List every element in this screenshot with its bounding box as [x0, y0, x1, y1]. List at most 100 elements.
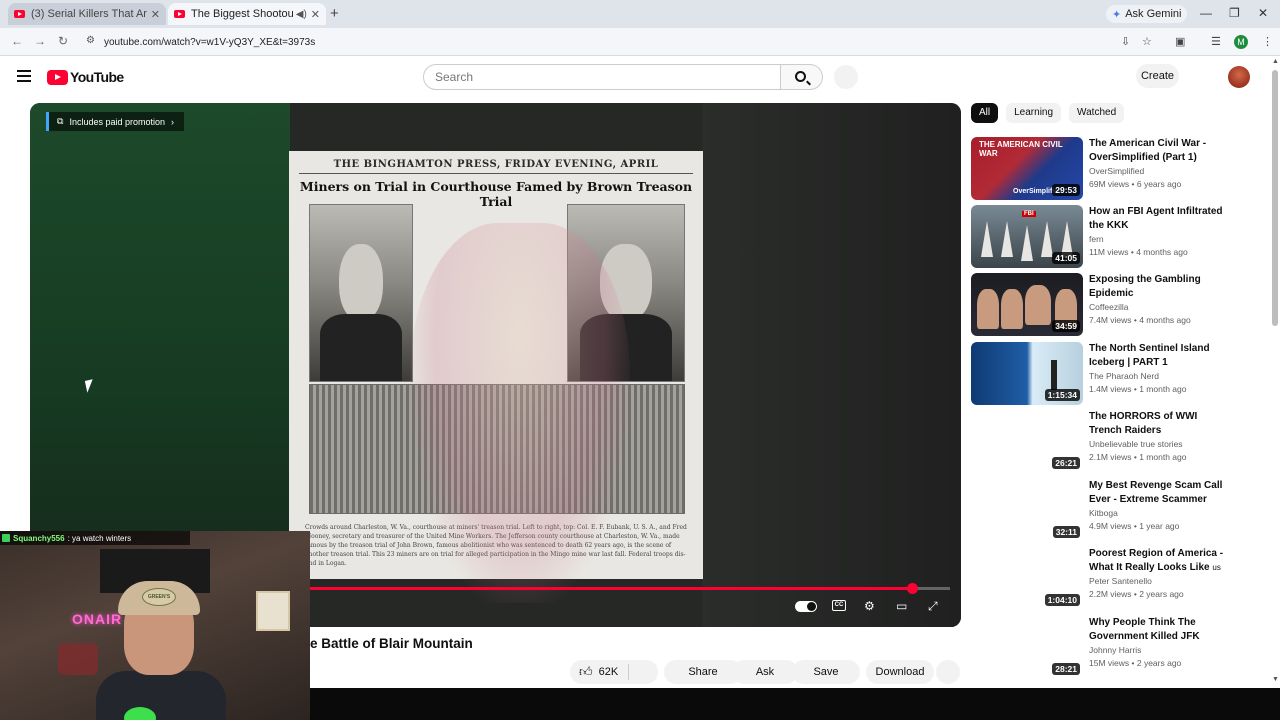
recommendation-item[interactable]: 32:11 My Best Revenge Scam Call Ever - E…	[971, 479, 1251, 543]
restore-icon[interactable]: ❐	[1229, 6, 1240, 20]
browser-menu-icon[interactable]: ⋮	[1262, 35, 1273, 48]
recommendation-item[interactable]: 28:21 Why People Think The Government Ki…	[971, 616, 1251, 680]
chat-username: Squanchy556	[13, 533, 65, 543]
thumbnail-figure	[1001, 221, 1013, 257]
recommendation-channel[interactable]: fern	[1089, 233, 1229, 246]
search-input[interactable]: Search	[423, 64, 781, 90]
search-button[interactable]	[781, 64, 823, 90]
browser-tab-2[interactable]: The Biggest Shootout in Am ◀) ✕	[168, 3, 326, 25]
chip-learning[interactable]: Learning	[1006, 103, 1062, 123]
fullscreen-icon[interactable]: ⤢	[928, 599, 938, 614]
video-thumbnail[interactable]: 1:15:34	[971, 342, 1083, 405]
recommendation-meta: 4.9M views • 1 year ago	[1089, 521, 1180, 531]
scroll-down-icon[interactable]: ▼	[1272, 676, 1279, 683]
video-thumbnail[interactable]: 26:21	[971, 410, 1083, 473]
forward-icon[interactable]: →	[34, 34, 46, 48]
newspaper-portrait-left	[309, 204, 413, 382]
install-app-icon[interactable]: ⇩	[1121, 35, 1130, 48]
browser-profile-avatar[interactable]: M	[1234, 35, 1248, 49]
recommendation-meta: 2.1M views • 1 month ago	[1089, 452, 1187, 462]
recommendation-title[interactable]: Poorest Region of America - What It Real…	[1089, 547, 1229, 574]
recommendation-channel[interactable]: OverSimplified	[1089, 165, 1229, 178]
recommendation-item[interactable]: THE AMERICAN CIVIL WAR OverSimplified 29…	[971, 137, 1251, 201]
ask-button[interactable]: Ask	[732, 660, 798, 684]
recommendation-channel[interactable]: Unbelievable true stories	[1089, 438, 1229, 451]
recommendation-title[interactable]: Why People Think The Government Killed J…	[1089, 616, 1229, 643]
reading-list-icon[interactable]: ☰	[1211, 35, 1221, 48]
recommendation-title[interactable]: The American Civil War - OverSimplified …	[1089, 137, 1229, 164]
scroll-up-icon[interactable]: ▲	[1272, 58, 1279, 65]
recommendation-channel[interactable]: Johnny Harris	[1089, 644, 1229, 657]
speaker-icon[interactable]: ◀)	[296, 9, 307, 20]
recommendation-title[interactable]: My Best Revenge Scam Call Ever - Extreme…	[1089, 479, 1229, 506]
recommendation-channel[interactable]: Coffeezilla	[1089, 301, 1229, 314]
site-info-icon[interactable]: ⚙	[86, 35, 95, 46]
like-dislike-divider	[628, 664, 629, 680]
back-icon[interactable]: ←	[11, 34, 23, 48]
browser-tab-1[interactable]: (3) Serial Killers That Are On Th ✕	[8, 3, 166, 25]
chip-all[interactable]: All	[971, 103, 999, 123]
thumbnail-text: THE AMERICAN CIVIL WAR	[979, 140, 1063, 158]
autoplay-toggle[interactable]	[795, 601, 817, 612]
recommendation-item[interactable]: 34:59 Exposing the Gambling Epidemic Cof…	[971, 273, 1251, 337]
voice-search-button[interactable]	[834, 65, 858, 89]
video-thumbnail[interactable]: THE AMERICAN CIVIL WAR OverSimplified 29…	[971, 137, 1083, 200]
bookmark-star-icon[interactable]: ☆	[1142, 35, 1152, 48]
recommendation-info: The North Sentinel Island Iceberg | PART…	[1089, 342, 1229, 396]
share-button[interactable]: Share	[664, 660, 742, 684]
address-bar[interactable]: ⚙ youtube.com/watch?v=w1V-yQ3Y_XE&t=3973…	[80, 32, 1110, 52]
download-button[interactable]: Download	[866, 660, 934, 684]
theater-mode-icon[interactable]: ▭	[896, 599, 907, 613]
extensions-icon[interactable]: ▣	[1175, 35, 1185, 48]
scrollbar-thumb[interactable]	[1272, 70, 1278, 326]
settings-gear-icon[interactable]: ⚙	[864, 599, 875, 613]
streamer-overlay-ghost	[410, 223, 630, 603]
recommendation-meta: 1.4M views • 1 month ago	[1089, 384, 1187, 394]
ask-gemini-button[interactable]: ✦ Ask Gemini	[1106, 5, 1188, 23]
recommendation-title[interactable]: The North Sentinel Island Iceberg | PART…	[1089, 342, 1229, 369]
recommendation-item[interactable]: FBI 41:05 How an FBI Agent Infiltrated t…	[971, 205, 1251, 269]
create-button[interactable]: Create	[1136, 64, 1179, 88]
thumbnail-figure	[1051, 360, 1057, 390]
recommendation-item[interactable]: 1:04:10 Poorest Region of America - What…	[971, 547, 1251, 611]
chip-watched[interactable]: Watched	[1069, 103, 1125, 123]
captions-icon[interactable]: CC	[832, 600, 846, 611]
recommendation-item[interactable]: 26:21 The HORRORS of WWI Trench Raiders …	[971, 410, 1251, 474]
close-tab-icon[interactable]: ✕	[151, 8, 160, 21]
minimize-icon[interactable]: —	[1200, 6, 1212, 20]
account-avatar[interactable]	[1228, 66, 1250, 88]
recommendation-channel[interactable]: Kitboga	[1089, 507, 1229, 520]
recommendation-item[interactable]: 1:15:34 The North Sentinel Island Iceber…	[971, 342, 1251, 406]
recommendation-title[interactable]: The HORRORS of WWI Trench Raiders	[1089, 410, 1229, 437]
recommendation-channel[interactable]: The Pharaoh Nerd	[1089, 370, 1229, 383]
page-scrollbar[interactable]: ▲ ▼	[1270, 56, 1280, 688]
youtube-logo[interactable]: YouTube	[47, 69, 124, 85]
close-tab-icon[interactable]: ✕	[311, 8, 320, 21]
more-actions-button[interactable]	[936, 660, 960, 684]
menu-hamburger-icon[interactable]	[17, 70, 31, 82]
video-thumbnail[interactable]: 1:04:10	[971, 547, 1083, 610]
video-thumbnail[interactable]: FBI 41:05	[971, 205, 1083, 268]
progress-bar[interactable]	[310, 583, 950, 594]
recommendation-title[interactable]: How an FBI Agent Infiltrated the KKK	[1089, 205, 1229, 232]
paid-promotion-badge[interactable]: ⧉ Includes paid promotion ›	[46, 112, 184, 131]
video-thumbnail[interactable]: 34:59	[971, 273, 1083, 336]
close-window-icon[interactable]: ✕	[1258, 6, 1268, 20]
streamer-webcam-overlay: ONAIR GREEN'S	[0, 531, 310, 720]
video-thumbnail[interactable]: 32:11	[971, 479, 1083, 542]
newspaper-masthead: THE BINGHAMTON PRESS, FRIDAY EVENING, AP…	[333, 159, 659, 170]
youtube-wordmark: YouTube	[70, 69, 124, 85]
reload-icon[interactable]: ↻	[58, 34, 68, 48]
video-thumbnail[interactable]: 28:21	[971, 616, 1083, 679]
thumbnail-face	[1025, 285, 1051, 325]
duration-badge: 41:05	[1052, 252, 1080, 264]
duration-badge: 29:53	[1052, 184, 1080, 196]
recommendation-channel[interactable]: Peter Santenello	[1089, 575, 1229, 588]
new-tab-button[interactable]: +	[330, 5, 339, 22]
recommendation-info: How an FBI Agent Infiltrated the KKK fer…	[1089, 205, 1229, 259]
recommendation-meta: 11M views • 4 months ago	[1089, 247, 1188, 257]
save-button[interactable]: Save	[792, 660, 860, 684]
like-button[interactable]: 👍︎ 62K	[570, 660, 658, 684]
progress-scrubber-handle[interactable]	[906, 583, 918, 594]
recommendation-title[interactable]: Exposing the Gambling Epidemic	[1089, 273, 1229, 300]
